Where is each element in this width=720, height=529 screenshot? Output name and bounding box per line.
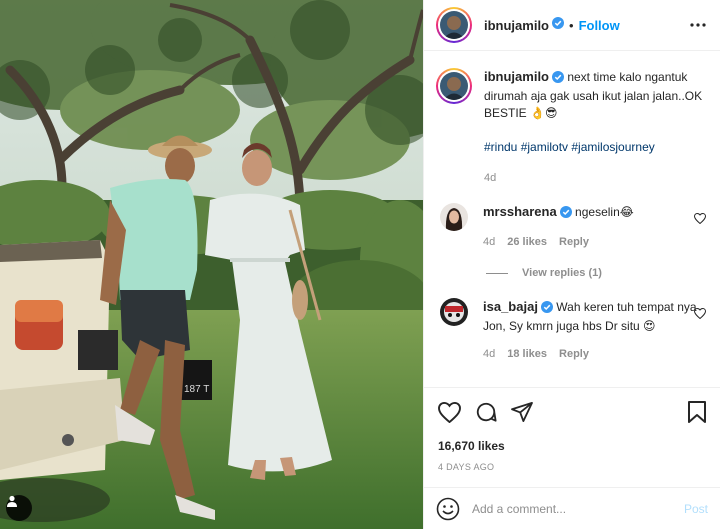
comments-list[interactable]: ibnujamilo next time kalo ngantuk diruma… [424,52,720,387]
comment-age[interactable]: 4d [483,346,495,363]
view-replies-button[interactable]: View replies (1) [486,267,708,279]
caption-author-avatar[interactable] [436,68,472,104]
post-side-panel: ibnujamilo • Follow ibnujamilo next time… [423,0,720,529]
commenter-username[interactable]: mrssharena [483,204,557,219]
verified-badge-icon [540,301,553,318]
caption-body: ibnujamilo next time kalo ngantuk diruma… [484,68,708,187]
view-replies-line [486,272,508,274]
photo-illustration: 187 T [0,0,423,529]
verified-badge-icon [559,206,572,223]
license-plate-text: 187 T [184,384,209,395]
like-heart-icon[interactable] [438,401,461,423]
action-icons [438,400,706,424]
save-bookmark-icon[interactable] [688,401,706,423]
comment-age[interactable]: 4d [483,234,495,251]
verified-badge-icon [552,71,564,88]
follow-button[interactable]: Follow [579,18,620,33]
comment-like-heart-icon[interactable] [693,306,707,324]
post-photo[interactable]: 187 T [0,0,423,529]
comment-text: ngeselin😂 [571,205,634,219]
more-horizontal-icon[interactable] [690,23,706,27]
view-replies-label: View replies (1) [522,267,602,279]
commenter-username[interactable]: isa_bajaj [483,299,538,314]
comment-meta: 4d 26 likes Reply [483,234,703,251]
reply-button[interactable]: Reply [559,346,589,363]
post-date[interactable]: 4 DAYS AGO [438,462,706,472]
comment-likes[interactable]: 18 likes [507,346,547,363]
reply-button[interactable]: Reply [559,234,589,251]
post-actions: 16,670 likes 4 DAYS AGO [424,387,720,472]
post-header: ibnujamilo • Follow [424,0,720,51]
caption-age[interactable]: 4d [484,170,708,187]
verified-badge-icon [552,16,564,34]
comment-meta: 4d 18 likes Reply [483,346,703,363]
author-avatar[interactable] [436,7,472,43]
post-caption: ibnujamilo next time kalo ngantuk diruma… [436,68,708,187]
caption-hashtags[interactable]: #rindu #jamilotv #jamilosjourney [484,139,708,156]
comment-item: isa_bajaj Wah keren tuh tempat nya Jon, … [436,298,708,363]
like-count[interactable]: 16,670 likes [438,439,706,453]
comment-item: mrssharena ngeselin😂 4d 26 likes Reply [436,203,708,251]
add-comment-input[interactable] [472,501,684,516]
author-username[interactable]: ibnujamilo [484,18,549,33]
comment-body: isa_bajaj Wah keren tuh tempat nya Jon, … [483,298,703,363]
header-separator: • [569,17,574,33]
add-comment-bar: Post [424,487,720,529]
caption-username[interactable]: ibnujamilo [484,69,549,84]
comment-body: mrssharena ngeselin😂 4d 26 likes Reply [483,203,703,251]
commenter-avatar[interactable] [440,298,468,326]
share-paper-plane-icon[interactable] [511,402,533,422]
comment-likes[interactable]: 26 likes [507,234,547,251]
user-tag-icon[interactable] [6,495,32,521]
comment-bubble-icon[interactable] [475,401,497,423]
commenter-avatar[interactable] [440,203,468,231]
comment-like-heart-icon[interactable] [693,211,707,229]
emoji-smiley-icon[interactable] [436,497,460,521]
post-comment-button[interactable]: Post [684,502,708,516]
instagram-post: 187 T ibnujamilo • Follow ibnujamilo nex… [0,0,720,529]
